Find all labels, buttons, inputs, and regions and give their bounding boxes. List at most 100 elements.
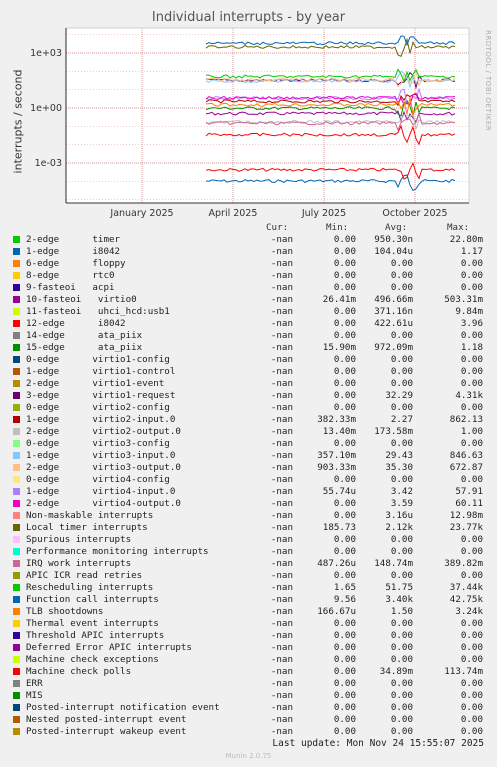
x-tick-label: July 2025	[301, 208, 346, 219]
legend-label: 10-fasteoi virtio0	[26, 294, 137, 305]
legend-avg-value: 0.00	[390, 270, 413, 281]
legend-avg-value: 950.30n	[374, 234, 413, 245]
legend-row: 11-fasteoi uhci_hcd:usb1 -nan 0.00 371.16n 9…	[0, 306, 497, 318]
legend-min-value: 903.33m	[317, 462, 356, 473]
legend-max-value: 0.00	[460, 630, 483, 641]
legend-label: 0-edge virtio3-config	[26, 438, 170, 449]
legend-label: Non-maskable interrupts	[26, 510, 154, 521]
legend-cur-value: -nan	[270, 642, 293, 653]
legend-label: Machine check exceptions	[26, 654, 159, 665]
legend-swatch	[13, 560, 20, 567]
legend-label: Spurious interrupts	[26, 534, 132, 545]
legend-min-value: 0.00	[333, 474, 356, 485]
legend-max-value: 0.00	[460, 618, 483, 629]
legend-swatch	[13, 320, 20, 327]
legend-label: 2-edge virtio1-event	[26, 378, 165, 389]
legend-min-value: 185.73	[322, 522, 356, 533]
legend-swatch	[13, 632, 20, 639]
legend-max-value: 0.00	[460, 678, 483, 689]
legend-min-value: 55.74u	[322, 486, 356, 497]
legend-max-value: 113.74m	[444, 666, 483, 677]
legend-label: Thermal event interrupts	[26, 618, 159, 629]
legend-cur-value: -nan	[270, 318, 293, 329]
legend-swatch	[13, 344, 20, 351]
legend-cur-value: -nan	[270, 594, 293, 605]
legend-row: Posted-interrupt notification event -nan 0…	[0, 702, 497, 714]
legend-swatch	[13, 716, 20, 723]
legend-row: 3-edge virtio1-request -nan 0.00 32.29 4.31k	[0, 390, 497, 402]
legend-row: 0-edge virtio1-config -nan 0.00 0.00 0.00	[0, 354, 497, 366]
legend-cur-value: -nan	[270, 714, 293, 725]
legend-avg-value: 29.43	[385, 450, 413, 461]
legend-swatch	[13, 272, 20, 279]
legend-min-value: 9.56	[333, 594, 356, 605]
legend-header-max: Max:	[447, 222, 470, 233]
legend-swatch	[13, 368, 20, 375]
legend-avg-value: 0.00	[390, 726, 413, 737]
legend-max-value: 0.00	[460, 354, 483, 365]
legend-min-value: 0.00	[333, 510, 356, 521]
legend-row: 9-fasteoi acpi -nan 0.00 0.00 0.00	[0, 282, 497, 294]
legend-max-value: 862.13	[449, 414, 483, 425]
legend-label: IRQ work interrupts	[26, 558, 132, 569]
legend-cur-value: -nan	[270, 426, 293, 437]
legend-label: Deferred Error APIC interrupts	[26, 642, 192, 653]
legend-row: Performance monitoring interrupts -nan 0.0…	[0, 546, 497, 558]
legend-swatch	[13, 644, 20, 651]
legend-label: 1-edge virtio1-control	[26, 366, 176, 377]
legend-min-value: 0.00	[333, 306, 356, 317]
legend-avg-value: 0.00	[390, 474, 413, 485]
legend-cur-value: -nan	[270, 342, 293, 353]
x-tick-label: January 2025	[109, 208, 173, 219]
legend-cur-value: -nan	[270, 282, 293, 293]
legend-cur-value: -nan	[270, 402, 293, 413]
legend-avg-value: 35.30	[385, 462, 413, 473]
legend-max-value: 1.18	[460, 342, 483, 353]
legend-avg-value: 972.09m	[374, 342, 413, 353]
legend-row: 1-edge virtio1-control -nan 0.00 0.00 0.00	[0, 366, 497, 378]
legend-cur-value: -nan	[270, 438, 293, 449]
legend-cur-value: -nan	[270, 234, 293, 245]
legend-min-value: 0.00	[333, 642, 356, 653]
legend-label: ERR	[26, 678, 43, 689]
legend-label: Performance monitoring interrupts	[26, 546, 209, 557]
legend-avg-value: 3.16u	[385, 510, 413, 521]
legend-min-value: 0.00	[333, 282, 356, 293]
legend-max-value: 0.00	[460, 714, 483, 725]
legend-min-value: 0.00	[333, 246, 356, 257]
legend-avg-value: 34.89m	[379, 666, 413, 677]
legend-cur-value: -nan	[270, 366, 293, 377]
legend-avg-value: 32.29	[385, 390, 413, 401]
legend-swatch	[13, 440, 20, 447]
legend-avg-value: 0.00	[390, 378, 413, 389]
legend-max-value: 0.00	[460, 438, 483, 449]
legend-max-value: 0.00	[460, 546, 483, 557]
legend-min-value: 0.00	[333, 234, 356, 245]
legend-min-value: 0.00	[333, 270, 356, 281]
legend-max-value: 4.31k	[455, 390, 483, 401]
legend-avg-value: 3.59	[390, 498, 413, 509]
legend-max-value: 389.82m	[444, 558, 483, 569]
legend-label: Threshold APIC interrupts	[26, 630, 165, 641]
legend-label: APIC ICR read retries	[26, 570, 143, 581]
legend-cur-value: -nan	[270, 270, 293, 281]
legend-avg-value: 0.00	[390, 690, 413, 701]
legend-label: 0-edge virtio1-config	[26, 354, 170, 365]
legend-label: 11-fasteoi uhci_hcd:usb1	[26, 306, 170, 317]
legend-row: Non-maskable interrupts -nan 0.00 3.16u 12.9…	[0, 510, 497, 522]
legend-swatch	[13, 668, 20, 675]
legend-row: 15-edge ata_piix -nan 15.90m 972.09m 1.18	[0, 342, 497, 354]
legend-row: 6-edge floppy -nan 0.00 0.00 0.00	[0, 258, 497, 270]
plot-background	[66, 28, 469, 203]
y-tick-label: 1e-03	[35, 158, 62, 169]
legend-swatch	[13, 452, 20, 459]
legend-row: Deferred Error APIC interrupts -nan 0.00 0.…	[0, 642, 497, 654]
legend-swatch	[13, 404, 20, 411]
legend-avg-value: 104.04u	[374, 246, 413, 257]
legend-cur-value: -nan	[270, 354, 293, 365]
legend-label: 2-edge virtio4-output.0	[26, 498, 181, 509]
legend-row: Machine check exceptions -nan 0.00 0.00 0.00	[0, 654, 497, 666]
legend-swatch	[13, 692, 20, 699]
legend-cur-value: -nan	[270, 294, 293, 305]
legend-swatch	[13, 536, 20, 543]
